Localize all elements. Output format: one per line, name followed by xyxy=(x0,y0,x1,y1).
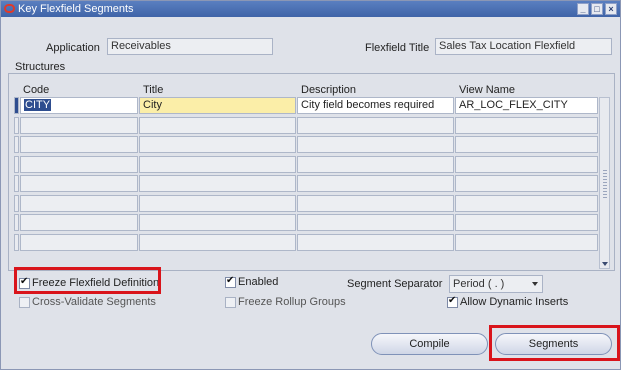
table-cell-title[interactable] xyxy=(139,136,296,153)
table-cell-code[interactable] xyxy=(20,136,138,153)
segment-separator-select[interactable]: Period ( . ) xyxy=(449,275,543,293)
cross-validate-segments-checkbox[interactable] xyxy=(19,297,30,308)
column-header-code: Code xyxy=(23,84,50,96)
table-cell-view-name[interactable] xyxy=(455,214,598,231)
record-indicator[interactable] xyxy=(14,117,19,134)
column-header-description: Description xyxy=(301,84,357,96)
allow-dynamic-inserts-label: Allow Dynamic Inserts xyxy=(460,296,569,308)
table-cell-title[interactable] xyxy=(139,234,296,251)
segments-button-highlight-box xyxy=(489,325,620,361)
column-header-title: Title xyxy=(143,84,164,96)
table-cell-description[interactable] xyxy=(297,117,454,134)
enabled-label: Enabled xyxy=(238,276,279,288)
table-cell-description[interactable] xyxy=(297,214,454,231)
table-cell-view-name[interactable] xyxy=(455,234,598,251)
table-cell-view-name[interactable]: AR_LOC_FLEX_CITY xyxy=(455,97,598,114)
table-cell-description[interactable] xyxy=(297,136,454,153)
window-titlebar: Key Flexfield Segments _ □ × xyxy=(1,1,620,17)
structures-scrollbar[interactable] xyxy=(599,97,610,269)
table-cell-view-name[interactable] xyxy=(455,175,598,192)
record-indicator[interactable] xyxy=(14,234,19,251)
selected-code-text: CITY xyxy=(24,99,52,111)
maximize-icon[interactable]: □ xyxy=(591,3,603,15)
table-cell-title[interactable] xyxy=(139,156,296,173)
application-label: Application xyxy=(46,42,100,54)
record-indicator[interactable] xyxy=(14,175,19,192)
table-cell-view-name[interactable] xyxy=(455,136,598,153)
table-cell-code[interactable] xyxy=(20,156,138,173)
table-cell-view-name[interactable] xyxy=(455,156,598,173)
flexfield-title-label: Flexfield Title xyxy=(365,42,430,54)
record-indicator[interactable] xyxy=(14,136,19,153)
freeze-flexfield-highlight-box xyxy=(14,267,161,294)
compile-button[interactable]: Compile xyxy=(371,333,488,355)
table-cell-description[interactable] xyxy=(297,175,454,192)
table-cell-code[interactable] xyxy=(20,175,138,192)
table-cell-description[interactable] xyxy=(297,156,454,173)
column-header-view-name: View Name xyxy=(459,84,516,96)
table-cell-code[interactable] xyxy=(20,234,138,251)
table-cell-title[interactable]: City xyxy=(139,97,296,114)
window-controls: _ □ × xyxy=(577,3,617,15)
table-cell-view-name[interactable] xyxy=(455,195,598,212)
record-indicator[interactable] xyxy=(14,97,19,114)
table-cell-description[interactable] xyxy=(297,195,454,212)
freeze-rollup-groups-label: Freeze Rollup Groups xyxy=(238,296,346,308)
table-cell-code[interactable] xyxy=(20,117,138,134)
segment-separator-value: Period ( . ) xyxy=(453,278,505,290)
segment-separator-label: Segment Separator xyxy=(347,278,443,290)
table-cell-title[interactable] xyxy=(139,195,296,212)
table-cell-code[interactable]: CITY xyxy=(20,97,138,114)
minimize-icon[interactable]: _ xyxy=(577,3,589,15)
scroll-down-icon[interactable] xyxy=(602,262,608,266)
record-indicator[interactable] xyxy=(14,156,19,173)
record-indicator[interactable] xyxy=(14,214,19,231)
enabled-checkbox[interactable] xyxy=(225,275,236,288)
table-cell-code[interactable] xyxy=(20,195,138,212)
table-cell-title[interactable] xyxy=(139,214,296,231)
table-cell-description[interactable]: City field becomes required xyxy=(297,97,454,114)
record-indicator[interactable] xyxy=(14,195,19,212)
freeze-rollup-groups-checkbox[interactable] xyxy=(225,297,236,308)
chevron-down-icon xyxy=(532,282,538,286)
allow-dynamic-inserts-checkbox[interactable] xyxy=(447,295,458,308)
form-content: Application Receivables Flexfield Title … xyxy=(1,17,620,369)
table-cell-view-name[interactable] xyxy=(455,117,598,134)
close-icon[interactable]: × xyxy=(605,3,617,15)
flexfield-title-field[interactable]: Sales Tax Location Flexfield xyxy=(435,38,612,55)
application-field[interactable]: Receivables xyxy=(107,38,273,55)
structures-group-label: Structures xyxy=(13,61,68,73)
key-flexfield-segments-window: Key Flexfield Segments _ □ × Application… xyxy=(0,0,621,370)
oracle-logo-icon xyxy=(4,4,15,13)
cross-validate-segments-label: Cross-Validate Segments xyxy=(32,296,156,308)
table-cell-code[interactable] xyxy=(20,214,138,231)
scrollbar-grip[interactable] xyxy=(603,170,607,200)
window-title: Key Flexfield Segments xyxy=(18,3,134,15)
table-cell-description[interactable] xyxy=(297,234,454,251)
table-cell-title[interactable] xyxy=(139,175,296,192)
table-cell-title[interactable] xyxy=(139,117,296,134)
